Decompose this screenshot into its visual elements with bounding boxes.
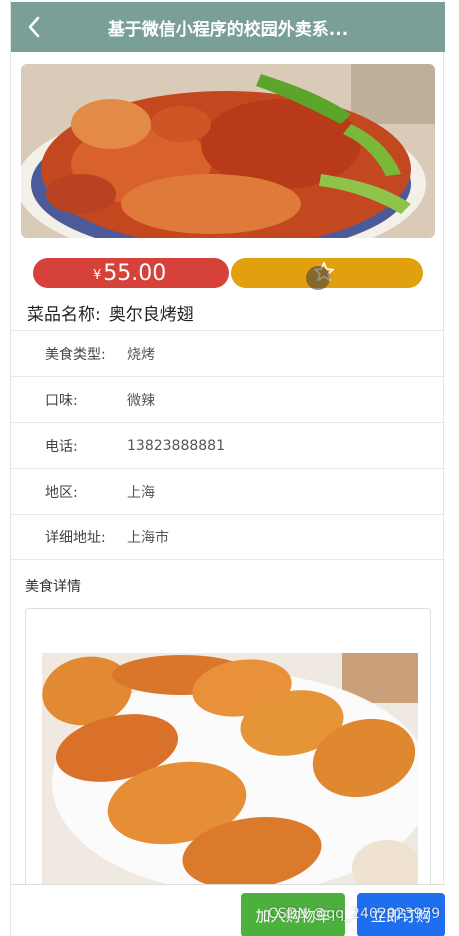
dish-name-value: 奥尔良烤翅	[108, 305, 194, 325]
info-label: 美食类型:	[45, 346, 106, 363]
info-label: 电话:	[45, 438, 78, 455]
info-value: 13823888881	[127, 437, 225, 454]
detail-content-box	[25, 608, 431, 898]
touch-cursor-indicator	[306, 266, 330, 290]
info-value: 微辣	[127, 392, 155, 409]
watermark-text: CSDN @qq_2402023979	[268, 906, 441, 922]
info-label: 详细地址:	[45, 530, 106, 546]
info-row-address: 详细地址: 上海市	[11, 514, 445, 560]
detail-image	[42, 653, 418, 893]
price-favorite-row: ¥ 55.00	[33, 258, 423, 288]
info-value: 上海	[127, 484, 155, 501]
detail-section-title: 美食详情	[25, 579, 81, 595]
info-label: 地区:	[45, 484, 78, 501]
price-badge: ¥ 55.00	[33, 258, 229, 288]
info-row-taste: 口味: 微辣	[11, 376, 445, 422]
dish-banner-image	[21, 64, 435, 238]
page-title: 基于微信小程序的校园外卖系...	[107, 19, 349, 40]
currency-symbol: ¥	[93, 267, 102, 283]
dish-info-list: 美食类型: 烧烤 口味: 微辣 电话: 13823888881 地区: 上海 详…	[11, 330, 445, 560]
top-navbar: 基于微信小程序的校园外卖系...	[11, 2, 445, 52]
price-value: 55.00	[103, 260, 167, 286]
back-button[interactable]	[11, 2, 57, 52]
info-row-region: 地区: 上海	[11, 468, 445, 514]
info-row-type: 美食类型: 烧烤	[11, 330, 445, 376]
info-row-phone: 电话: 13823888881	[11, 422, 445, 468]
phone-screen: 基于微信小程序的校园外卖系... ¥ 55.00 菜品名称: 奥尔良烤翅 美食类…	[10, 0, 445, 936]
info-value: 上海市	[127, 530, 169, 546]
info-label: 口味:	[45, 392, 78, 409]
chevron-left-icon	[28, 16, 40, 38]
info-value: 烧烤	[127, 346, 155, 363]
dish-name-label: 菜品名称:	[27, 305, 101, 325]
dish-name-row: 菜品名称: 奥尔良烤翅	[27, 300, 194, 325]
